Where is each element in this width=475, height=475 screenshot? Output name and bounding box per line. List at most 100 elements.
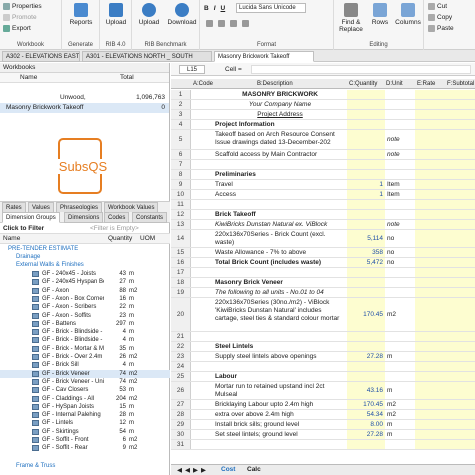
benchmark-download-button[interactable]: Download	[166, 3, 198, 26]
rate-cell[interactable]	[415, 440, 445, 449]
dimension-group-item[interactable]: GF - Cav Closers 53 m	[0, 386, 170, 394]
subtotal-cell[interactable]	[445, 342, 475, 351]
unit-cell[interactable]: m	[385, 352, 415, 361]
quantity-cell[interactable]	[347, 332, 385, 341]
unit-cell[interactable]	[385, 200, 415, 209]
subtotal-cell[interactable]	[445, 332, 475, 341]
subtotal-cell[interactable]	[445, 130, 475, 149]
quantity-cell[interactable]: 27.28	[347, 352, 385, 361]
quantity-cell[interactable]	[347, 362, 385, 371]
unit-cell[interactable]: note	[385, 220, 415, 229]
dimension-group-item[interactable]: GF - Brick Veneer 74 m2	[0, 369, 170, 378]
underline-button[interactable]: U	[221, 5, 226, 12]
sheet-row[interactable]: 10 Access 1 Item	[171, 190, 475, 200]
quantity-cell[interactable]: 170.45	[347, 400, 385, 409]
sheet-row[interactable]: 19 The following to all units - No.01 to …	[171, 288, 475, 298]
rate-cell[interactable]	[415, 248, 445, 257]
description-cell[interactable]	[213, 332, 347, 341]
subtotal-cell[interactable]	[445, 230, 475, 247]
description-cell[interactable]: Brick Takeoff	[213, 210, 347, 219]
quantity-cell[interactable]: 1	[347, 190, 385, 199]
quantity-cell[interactable]: 358	[347, 248, 385, 257]
description-cell[interactable]: Install brick sills; ground level	[213, 420, 347, 429]
quantity-cell[interactable]	[347, 120, 385, 129]
sheet-row[interactable]: 5 Takeoff based on Arch Resource Consent …	[171, 130, 475, 150]
dimension-group-item[interactable]: GF - Brick - Blindside - Ha... 4m	[0, 328, 170, 336]
description-cell[interactable]: Masonry Brick Veneer	[213, 278, 347, 287]
unit-cell[interactable]	[385, 90, 415, 99]
rate-cell[interactable]	[415, 332, 445, 341]
quantity-cell[interactable]	[347, 160, 385, 169]
rate-cell[interactable]	[415, 190, 445, 199]
rate-cell[interactable]	[415, 130, 445, 149]
quantity-cell[interactable]	[347, 268, 385, 277]
workbook-row[interactable]: Unwood, 1,096,763	[0, 93, 169, 103]
subtotal-cell[interactable]	[445, 430, 475, 439]
sheet-row[interactable]: 8 Preliminaries	[171, 170, 475, 180]
description-cell[interactable]: Mortar run to retained upstand incl 2ct …	[213, 382, 347, 399]
sheet-row[interactable]: 9 Travel 1 Item	[171, 180, 475, 190]
sheet-tab-calc[interactable]: Calc	[247, 466, 261, 473]
description-cell[interactable]: Project Address	[213, 110, 347, 119]
description-cell[interactable]: Waste Allowance - 7% to above	[213, 248, 347, 257]
dimension-group-item[interactable]: GF - 240x45 Hyspan Beams 27m	[0, 278, 170, 286]
bold-button[interactable]: B	[204, 5, 209, 12]
subtotal-cell[interactable]	[445, 278, 475, 287]
subtotal-cell[interactable]	[445, 220, 475, 229]
copy-button[interactable]: Copy	[428, 14, 452, 21]
description-cell[interactable]: extra over above 2.4m high	[213, 410, 347, 419]
subtotal-cell[interactable]	[445, 190, 475, 199]
quantity-cell[interactable]	[347, 278, 385, 287]
description-cell[interactable]: Preliminaries	[213, 170, 347, 179]
subtotal-cell[interactable]	[445, 298, 475, 331]
quantity-cell[interactable]	[347, 130, 385, 149]
rate-cell[interactable]	[415, 210, 445, 219]
dimension-group-item[interactable]: GF - Brick - Over 2.4m 26 m2	[0, 353, 170, 361]
rate-cell[interactable]	[415, 382, 445, 399]
subtotal-cell[interactable]	[445, 170, 475, 179]
description-cell[interactable]: The following to all units - No.01 to 04	[213, 288, 347, 297]
rate-cell[interactable]	[415, 298, 445, 331]
quantity-cell[interactable]	[347, 288, 385, 297]
subtotal-cell[interactable]	[445, 200, 475, 209]
description-cell[interactable]: Scaffold access by Main Contractor	[213, 150, 347, 159]
sheet-row[interactable]: 11	[171, 200, 475, 210]
unit-cell[interactable]: m	[385, 430, 415, 439]
italic-button[interactable]: I	[214, 5, 216, 12]
subtotal-cell[interactable]	[445, 382, 475, 399]
rate-cell[interactable]	[415, 100, 445, 109]
unit-cell[interactable]: Item	[385, 180, 415, 189]
sheet-row[interactable]: 6 Scaffold access by Main Contractor note	[171, 150, 475, 160]
unit-cell[interactable]: m	[385, 420, 415, 429]
columns-button[interactable]: Columns	[394, 3, 422, 26]
dimension-group-item[interactable]: GF - Brick Veneer - Units ... 74m2	[0, 378, 170, 386]
font-select[interactable]: Lucida Sans Unicode	[236, 3, 306, 13]
find-replace-button[interactable]: Find & Replace	[336, 3, 366, 33]
align-left-icon[interactable]	[206, 20, 213, 27]
rate-cell[interactable]	[415, 160, 445, 169]
unit-cell[interactable]: no	[385, 248, 415, 257]
sheet-row[interactable]: 12 Brick Takeoff	[171, 210, 475, 220]
col-d[interactable]: D:Unit	[386, 79, 403, 89]
paste-button[interactable]: Paste	[428, 25, 454, 32]
sheet-row[interactable]: 7	[171, 160, 475, 170]
workbook-row[interactable]	[0, 83, 169, 93]
unit-cell[interactable]: m2	[385, 400, 415, 409]
sheet-row[interactable]: 21	[171, 332, 475, 342]
dimension-group-item[interactable]: GF - Axon - Box Corner 16 m	[0, 295, 170, 303]
sheet-row[interactable]: 15 Waste Allowance - 7% to above 358 no	[171, 248, 475, 258]
quantity-cell[interactable]	[347, 100, 385, 109]
dimension-group-item[interactable]: GF - Brick Sill 4 m	[0, 361, 170, 369]
quantity-cell[interactable]	[347, 90, 385, 99]
description-cell[interactable]: Takeoff based on Arch Resource Consent I…	[213, 130, 347, 149]
tab-dimension-groups[interactable]: Dimension Groups	[2, 212, 60, 223]
description-cell[interactable]: MASONRY BRICKWORK	[213, 90, 347, 99]
rows-button[interactable]: Rows	[368, 3, 392, 26]
quantity-cell[interactable]	[347, 210, 385, 219]
subtotal-cell[interactable]	[445, 160, 475, 169]
description-cell[interactable]	[213, 160, 347, 169]
dimension-group-item[interactable]: GF - Brick - Blindside - Le... 4m	[0, 336, 170, 344]
sheet-row[interactable]: 26 Mortar run to retained upstand incl 2c…	[171, 382, 475, 400]
dimension-group-item[interactable]: GF - Axon 88 m2	[0, 287, 170, 295]
unit-cell[interactable]	[385, 372, 415, 381]
